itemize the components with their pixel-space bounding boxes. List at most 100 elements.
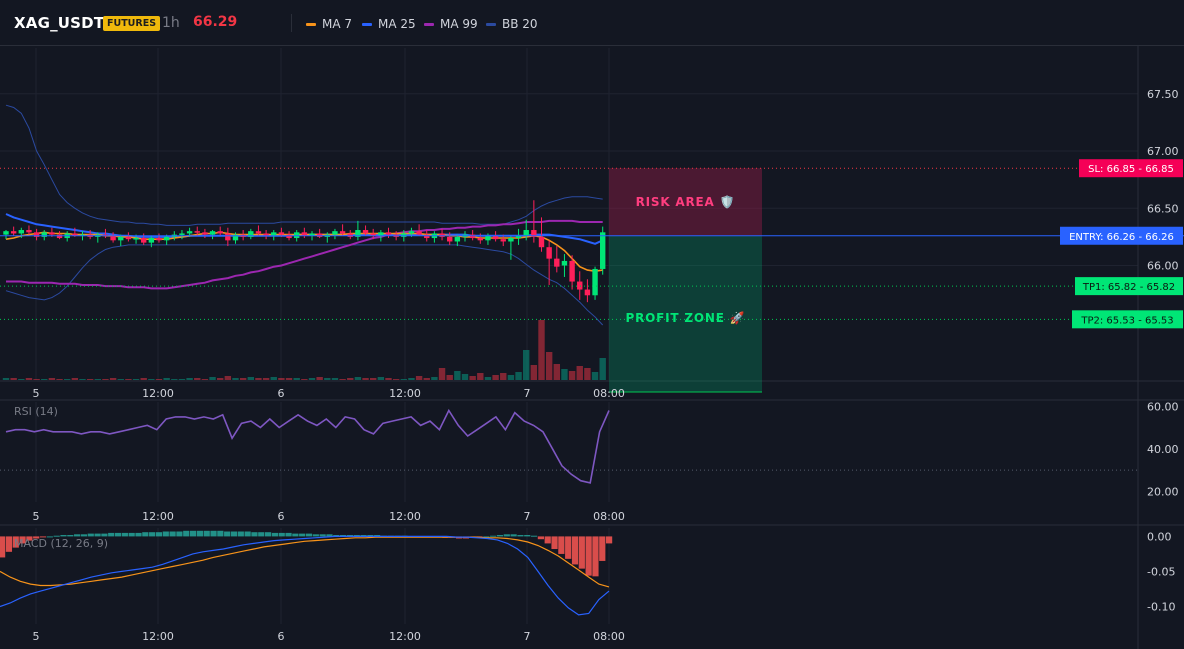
candle-body	[569, 260, 575, 282]
legend-bb20[interactable]: BB 20	[486, 17, 538, 31]
price-tick-label: 66.00	[1147, 260, 1179, 273]
macd-hist-bar	[155, 532, 163, 537]
candle-body	[508, 238, 514, 242]
time-tick-label: 12:00	[389, 630, 421, 643]
volume-bar	[64, 379, 71, 380]
volume-bar	[423, 378, 430, 380]
candle	[332, 228, 338, 240]
macd-hist-bar	[196, 530, 203, 537]
macd-pane[interactable]: MACD (12, 26, 9) 0.00 -0.05 -0.10	[0, 530, 1175, 616]
macd-hist-bar	[524, 535, 531, 537]
tp2-label: TP2: 65.53 - 65.53	[1080, 315, 1173, 326]
candle	[439, 228, 445, 241]
candle-body	[26, 230, 32, 233]
legend-ma99[interactable]: MA 99	[424, 17, 478, 31]
candle-body	[485, 235, 491, 241]
chart-header: XAG_USDT FUTURES 1h 66.29 MA 7 MA 25 MA …	[0, 0, 1184, 46]
candle-body	[454, 236, 461, 242]
volume-bar	[41, 379, 48, 380]
candle-body	[255, 231, 262, 234]
rsi-label: RSI (14)	[14, 405, 58, 418]
candle-body	[339, 231, 346, 234]
candle-body	[179, 233, 185, 235]
candle	[561, 254, 568, 277]
volume-bar	[232, 378, 239, 380]
candle	[41, 230, 47, 241]
volume-bar	[392, 379, 400, 380]
candle-body	[385, 232, 392, 235]
macd-hist-bar	[305, 533, 313, 537]
macd-hist-bar	[592, 536, 599, 577]
macd-hist-bar	[183, 530, 190, 537]
symbol-name[interactable]: XAG_USDT	[14, 14, 104, 32]
macd-hist-bar	[510, 534, 517, 537]
macd-tick-label: -0.05	[1147, 565, 1175, 578]
candle-body	[202, 232, 208, 235]
candle-body	[186, 231, 193, 234]
volume-bar	[461, 374, 469, 380]
candle-body	[362, 230, 369, 234]
price-tick-label: 66.50	[1147, 202, 1179, 215]
macd-hist-bar	[271, 532, 279, 537]
ma25-swatch-icon	[362, 23, 372, 26]
candles[interactable]	[3, 200, 606, 303]
time-tick-label: 6	[278, 387, 285, 400]
macd-hist-bar	[312, 534, 319, 537]
volume-bar	[33, 379, 40, 380]
candle-body	[332, 231, 338, 235]
macd-hist-bar	[176, 531, 183, 537]
candle-body	[148, 238, 155, 243]
legend-ma25[interactable]: MA 25	[362, 17, 416, 31]
candle-body	[600, 232, 606, 269]
candle	[56, 231, 63, 240]
candle	[385, 227, 392, 239]
candle	[515, 228, 522, 245]
tp1-label: TP1: 65.82 - 65.82	[1082, 282, 1175, 293]
candle-body	[118, 236, 124, 241]
macd-hist-bar	[606, 536, 613, 544]
volume-bar	[316, 377, 323, 380]
candle-body	[523, 230, 529, 236]
macd-hist-bar	[237, 531, 244, 537]
candle	[33, 228, 40, 241]
timeframe-label[interactable]: 1h	[162, 15, 180, 31]
volume-bar	[86, 379, 94, 380]
macd-hist-bar	[142, 532, 149, 537]
ma99-swatch-icon	[424, 23, 434, 26]
macd-hist-bar	[490, 535, 497, 537]
volume-bar	[301, 379, 308, 380]
rsi-tick-label: 60.00	[1147, 400, 1179, 413]
macd-hist-bar	[571, 536, 579, 565]
legend-ma7[interactable]: MA 7	[306, 17, 352, 31]
macd-hist-bar	[251, 532, 258, 537]
candle	[431, 231, 438, 243]
candle	[462, 231, 468, 242]
time-tick-label: 08:00	[593, 630, 625, 643]
candle-body	[492, 235, 499, 240]
macd-hist-bar	[5, 536, 13, 552]
volume-bar	[102, 379, 109, 380]
candle-body	[316, 233, 323, 237]
chart-canvas[interactable]: SL: 66.85 - 66.85 ENTRY: 66.26 - 66.26 TP1…	[0, 46, 1184, 649]
macd-hist-bar	[128, 532, 135, 537]
volume-bar	[79, 379, 86, 380]
rsi-pane[interactable]: RSI (14) 60.00 40.00 20.00	[0, 400, 1179, 498]
bb-swatch-icon	[486, 23, 496, 26]
macd-hist-bar	[94, 533, 101, 537]
candle	[577, 271, 583, 300]
macd-hist-bar	[503, 534, 510, 537]
macd-hist-bar	[530, 535, 538, 537]
volume-bar	[18, 379, 25, 380]
ma7-swatch-icon	[306, 23, 316, 26]
macd-hist-bar	[496, 535, 504, 537]
volume-bar	[48, 378, 56, 380]
candle-body	[271, 232, 277, 236]
candle	[217, 226, 223, 236]
volume-bar	[500, 373, 507, 380]
candle-body	[3, 231, 9, 235]
volume-bar	[324, 378, 331, 380]
macd-hist-bar	[578, 536, 585, 569]
candle	[301, 227, 308, 239]
candle-body	[416, 231, 422, 235]
time-tick-label: 12:00	[389, 510, 421, 523]
